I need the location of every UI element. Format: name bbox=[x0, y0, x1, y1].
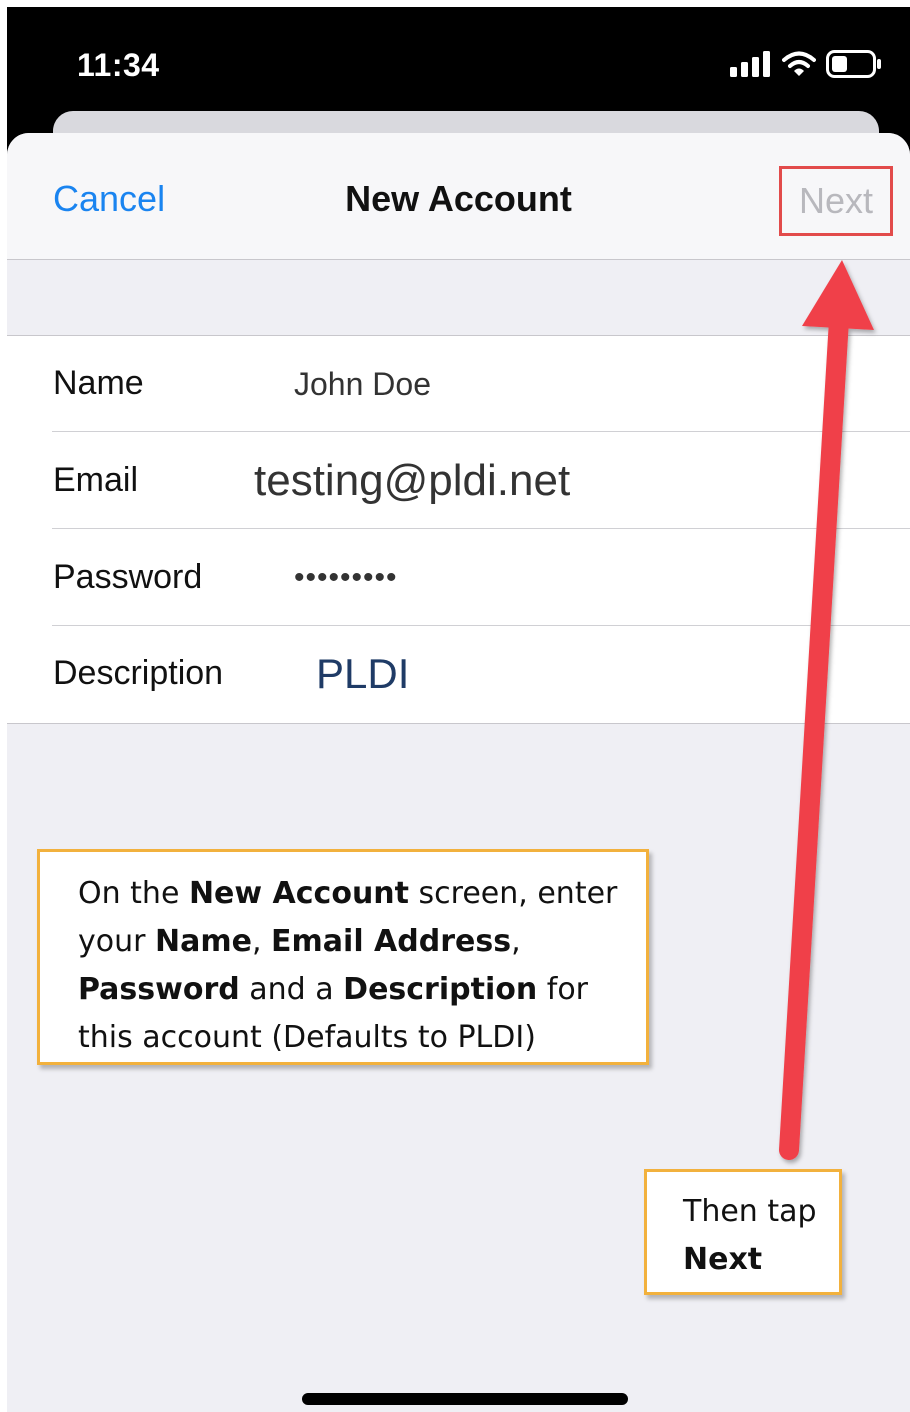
description-label: Description bbox=[53, 654, 224, 692]
battery-icon bbox=[826, 50, 881, 78]
password-row: Password ••••••••• bbox=[7, 530, 910, 626]
instruction-callout: On the New Account screen, enter your Na… bbox=[37, 849, 649, 1065]
callout-text: On the bbox=[78, 876, 189, 911]
wifi-icon bbox=[782, 51, 816, 76]
description-field[interactable]: PLDI bbox=[254, 626, 626, 722]
name-row: Name John Doe bbox=[7, 336, 910, 432]
home-indicator[interactable] bbox=[302, 1393, 628, 1405]
callout-bold-text: New Account bbox=[188, 876, 410, 911]
description-row: Description PLDI bbox=[7, 626, 910, 722]
callout-text: and a bbox=[239, 972, 344, 1007]
status-icons bbox=[730, 47, 882, 81]
callout-bold-text: Email Address bbox=[271, 924, 512, 959]
password-label: Password bbox=[53, 558, 203, 596]
signal-icon bbox=[730, 51, 770, 77]
status-time: 11:34 bbox=[77, 47, 160, 83]
next-hint-callout: Then tap Next bbox=[644, 1169, 842, 1295]
next-button[interactable]: Next bbox=[779, 166, 893, 236]
email-label: Email bbox=[53, 461, 139, 499]
row-divider bbox=[52, 431, 910, 432]
callout-text: Then tap bbox=[683, 1194, 817, 1229]
account-form: Name John Doe Email testing@pldi.net Pas… bbox=[7, 335, 910, 724]
page-title: New Account bbox=[345, 178, 572, 219]
email-field[interactable]: testing@pldi.net bbox=[254, 433, 626, 529]
callout-bold-text: Next bbox=[683, 1242, 763, 1277]
navigation-bar: Cancel New Account Next bbox=[7, 133, 910, 260]
email-row: Email testing@pldi.net bbox=[7, 433, 910, 529]
phone-screen: 11:34 Cancel New Account Next Name John … bbox=[7, 7, 910, 1412]
name-label: Name bbox=[53, 364, 144, 402]
callout-bold-text: Name bbox=[155, 924, 252, 959]
callout-text: , bbox=[511, 924, 521, 959]
password-field[interactable]: ••••••••• bbox=[254, 530, 626, 626]
new-account-sheet: Cancel New Account Next Name John Doe Em… bbox=[7, 133, 910, 1412]
row-divider bbox=[52, 528, 910, 529]
name-field[interactable]: John Doe bbox=[254, 336, 626, 432]
callout-text: , bbox=[251, 924, 272, 959]
callout-bold-text: Password bbox=[78, 972, 240, 1007]
callout-bold-text: Description bbox=[343, 972, 538, 1007]
